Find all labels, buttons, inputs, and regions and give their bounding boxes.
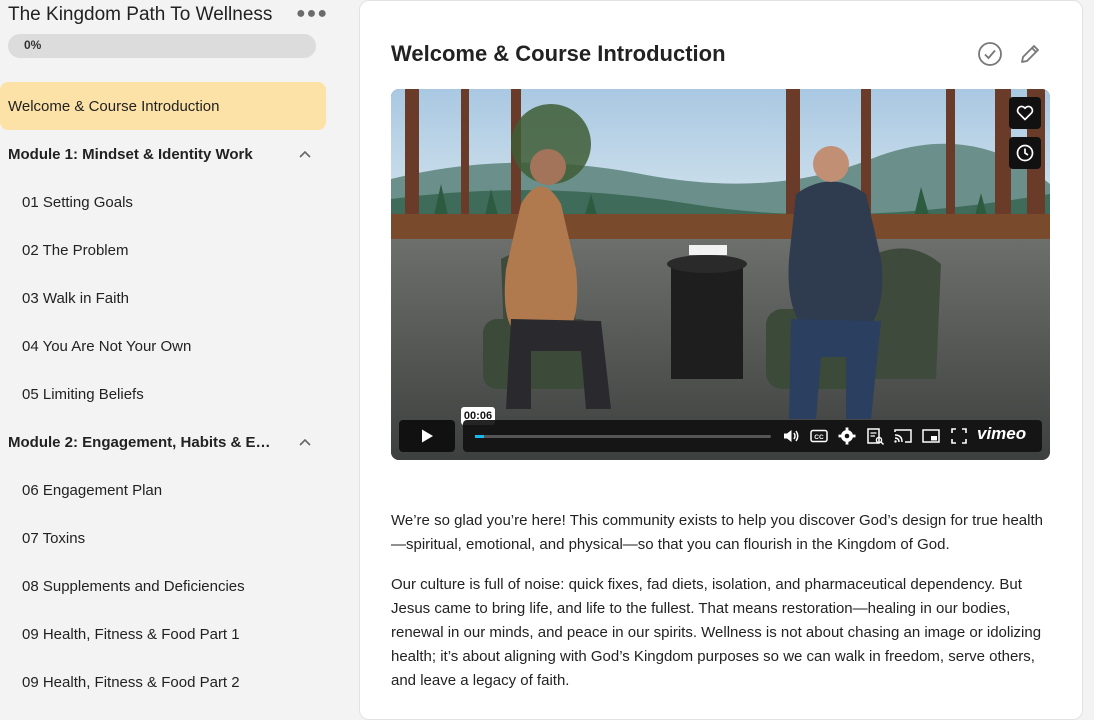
- lesson-label: 07 Toxins: [22, 529, 86, 547]
- lesson-title: Welcome & Course Introduction: [391, 41, 726, 66]
- settings-gear-icon[interactable]: [837, 426, 857, 446]
- lesson-item[interactable]: 04 You Are Not Your Own: [0, 322, 326, 370]
- lesson-item[interactable]: 09 Health, Fitness & Food Part 1: [0, 610, 326, 658]
- lesson-item[interactable]: 08 Supplements and Deficiencies: [0, 562, 326, 610]
- play-button[interactable]: [399, 420, 455, 452]
- lesson-label: 02 The Problem: [22, 241, 129, 259]
- play-icon: [422, 429, 433, 443]
- lesson-item[interactable]: 05 Limiting Beliefs: [0, 370, 326, 418]
- lesson-item[interactable]: 09 Health, Fitness & Food Part 2: [0, 658, 326, 704]
- video-frame: [391, 89, 1050, 460]
- intro-paragraph-1: We’re so glad you’re here! This communit…: [391, 512, 1043, 553]
- edit-pencil-icon[interactable]: [1017, 41, 1043, 67]
- lesson-content-card: Welcome & Course Introduction 00:06 CC v…: [359, 0, 1083, 720]
- lesson-item[interactable]: 02 The Problem: [0, 226, 326, 274]
- cast-icon[interactable]: [893, 426, 913, 446]
- vimeo-logo[interactable]: vimeo: [977, 424, 1026, 444]
- more-options-icon[interactable]: ●●●: [296, 4, 327, 24]
- transcript-icon[interactable]: [865, 426, 885, 446]
- lesson-label: 09 Health, Fitness & Food Part 1: [22, 625, 240, 643]
- picture-in-picture-icon[interactable]: [921, 426, 941, 446]
- course-sidebar: The Kingdom Path To Wellness ●●● 0% Welc…: [0, 0, 358, 704]
- video-player[interactable]: 00:06 CC vimeo: [391, 89, 1050, 460]
- sidebar-item-intro[interactable]: Welcome & Course Introduction: [0, 82, 326, 130]
- module-1-header[interactable]: Module 1: Mindset & Identity Work: [0, 130, 326, 178]
- volume-icon[interactable]: [781, 426, 801, 446]
- course-title: The Kingdom Path To Wellness: [8, 4, 273, 25]
- intro-paragraph-2: Our culture is full of noise: quick fixe…: [391, 576, 1042, 689]
- course-progress-label: 0%: [24, 38, 42, 52]
- lesson-label: 03 Walk in Faith: [22, 289, 129, 307]
- module-1-title: Module 1: Mindset & Identity Work: [8, 145, 253, 163]
- sidebar-item-label: Welcome & Course Introduction: [8, 97, 220, 115]
- lesson-item[interactable]: 01 Setting Goals: [0, 178, 326, 226]
- seek-bar[interactable]: [475, 435, 771, 438]
- video-controls: CC vimeo: [399, 420, 1042, 452]
- course-progress-bar: 0%: [8, 34, 316, 58]
- watch-later-button[interactable]: [1009, 137, 1041, 169]
- lesson-item[interactable]: 03 Walk in Faith: [0, 274, 326, 322]
- module-2-title: Module 2: Engagement, Habits & Environme…: [8, 433, 278, 451]
- lesson-label: 09 Health, Fitness & Food Part 2: [22, 673, 240, 691]
- like-button[interactable]: [1009, 97, 1041, 129]
- fullscreen-icon[interactable]: [949, 426, 969, 446]
- clock-icon: [1016, 144, 1034, 162]
- lesson-item[interactable]: 07 Toxins: [0, 514, 326, 562]
- mark-complete-icon[interactable]: [977, 41, 1003, 67]
- chevron-up-icon[interactable]: [298, 147, 312, 161]
- chevron-up-icon[interactable]: [298, 435, 312, 449]
- lesson-label: 04 You Are Not Your Own: [22, 337, 192, 355]
- svg-text:CC: CC: [814, 434, 824, 441]
- lesson-label: 05 Limiting Beliefs: [22, 385, 144, 403]
- heart-icon: [1016, 105, 1034, 121]
- lesson-item[interactable]: 06 Engagement Plan: [0, 466, 326, 514]
- lesson-label: 08 Supplements and Deficiencies: [22, 577, 245, 595]
- captions-icon[interactable]: CC: [809, 426, 829, 446]
- lesson-label: 01 Setting Goals: [22, 193, 133, 211]
- lesson-label: 06 Engagement Plan: [22, 481, 163, 499]
- control-bar: CC vimeo: [463, 420, 1042, 452]
- module-2-header[interactable]: Module 2: Engagement, Habits & Environme…: [0, 418, 326, 466]
- seek-bar-played: [475, 435, 484, 438]
